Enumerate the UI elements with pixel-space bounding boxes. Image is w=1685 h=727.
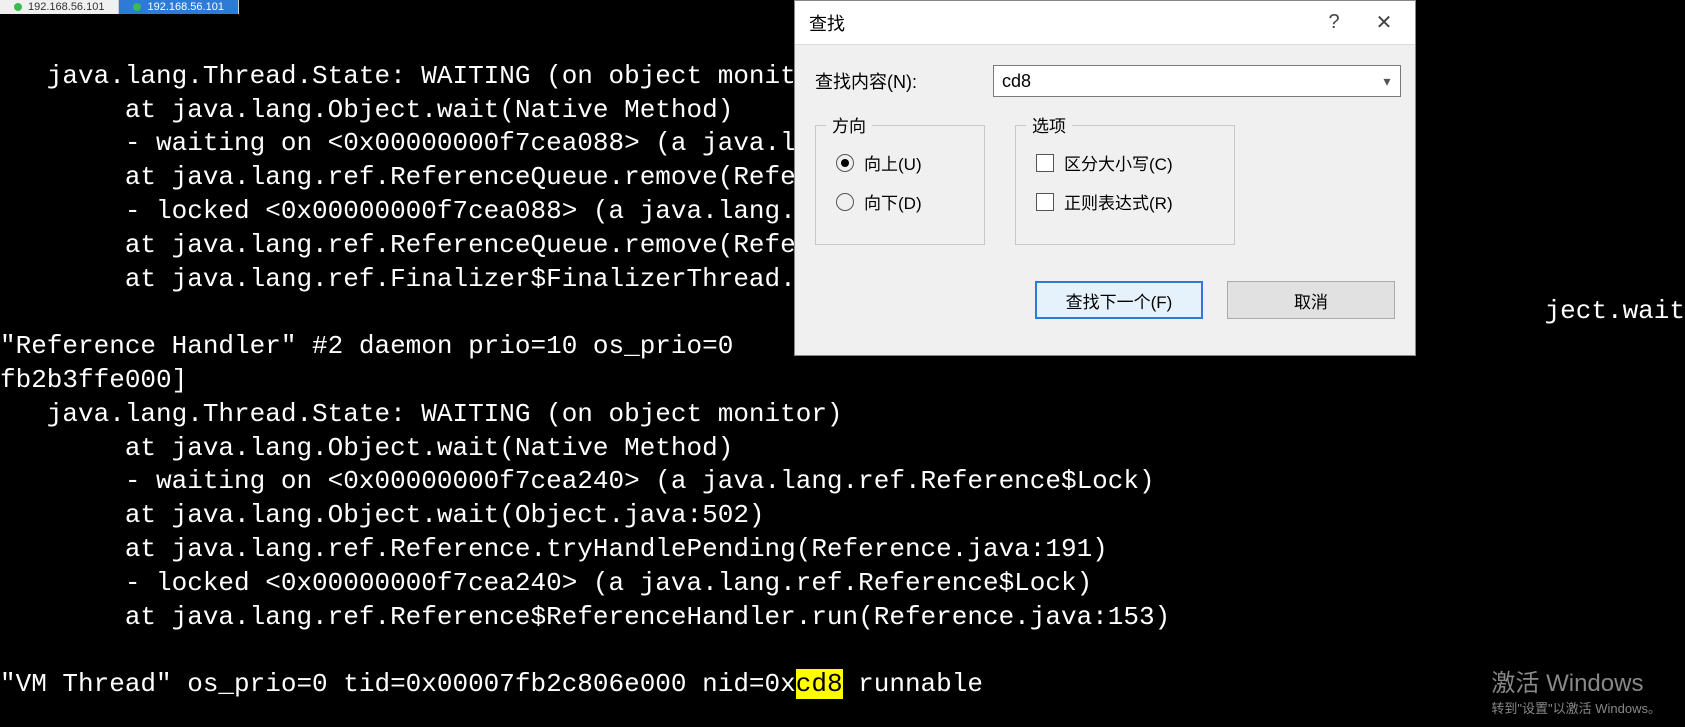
find-dialog: 查找 ? ✕ 查找内容(N): ▾ 方向 向上(U) 向下(D) xyxy=(794,0,1416,356)
console-line: at java.lang.ref.Reference$ReferenceHand… xyxy=(0,602,1170,632)
checkbox-label: 正则表达式(R) xyxy=(1064,189,1173,214)
console-line-pre: "VM Thread" os_prio=0 tid=0x00007fb2c806… xyxy=(0,669,796,699)
console-line: at java.lang.Object.wait(Native Method) xyxy=(0,433,733,463)
console-line: fb2b3ffe000] xyxy=(0,365,187,395)
status-dot-icon xyxy=(133,3,141,11)
console-overflow-fragment: ject.wait xyxy=(1545,296,1685,326)
search-highlight: cd8 xyxy=(796,669,843,699)
cancel-button[interactable]: 取消 xyxy=(1227,281,1395,319)
console-line: at java.lang.ref.Finalizer$FinalizerThre… xyxy=(0,264,858,294)
console-line: at java.lang.ref.Reference.tryHandlePend… xyxy=(0,534,1108,564)
watermark-sub: 转到"设置"以激活 Windows。 xyxy=(1491,698,1661,717)
tab-inactive[interactable]: 192.168.56.101 xyxy=(0,0,119,14)
radio-up[interactable]: 向上(U) xyxy=(836,150,964,175)
checkbox-icon xyxy=(1036,193,1054,211)
tab-label: 192.168.56.101 xyxy=(147,1,223,13)
options-group: 选项 区分大小写(C) 正则表达式(R) xyxy=(1015,125,1235,245)
help-button[interactable]: ? xyxy=(1309,7,1359,39)
checkbox-icon xyxy=(1036,154,1054,172)
console-line: - locked <0x00000000f7cea240> (a java.la… xyxy=(0,568,1092,598)
console-line: at java.lang.ref.ReferenceQueue.remove(R… xyxy=(0,162,905,192)
console-line: java.lang.Thread.State: WAITING (on obje… xyxy=(0,61,843,91)
find-content-row: 查找内容(N): ▾ xyxy=(815,65,1401,97)
tab-bar: 192.168.56.101 192.168.56.101 xyxy=(0,0,239,14)
console-line: java.lang.Thread.State: WAITING (on obje… xyxy=(0,399,843,429)
direction-title: 方向 xyxy=(826,112,872,137)
console-line: - waiting on <0x00000000f7cea240> (a jav… xyxy=(0,466,1155,496)
find-content-input[interactable] xyxy=(994,71,1374,92)
dialog-buttons: 查找下一个(F) 取消 xyxy=(815,281,1401,319)
radio-label: 向下(D) xyxy=(864,189,922,214)
find-content-combo[interactable]: ▾ xyxy=(993,65,1401,97)
console-line: at java.lang.Object.wait(Object.java:502… xyxy=(0,500,765,530)
checkbox-case[interactable]: 区分大小写(C) xyxy=(1036,150,1214,175)
radio-label: 向上(U) xyxy=(864,150,922,175)
close-button[interactable]: ✕ xyxy=(1359,7,1409,39)
option-groups: 方向 向上(U) 向下(D) 选项 区分大小写(C) 正则表达 xyxy=(815,125,1401,245)
checkbox-label: 区分大小写(C) xyxy=(1064,150,1173,175)
find-content-label: 查找内容(N): xyxy=(815,68,993,94)
direction-group: 方向 向上(U) 向下(D) xyxy=(815,125,985,245)
radio-icon xyxy=(836,154,854,172)
checkbox-regex[interactable]: 正则表达式(R) xyxy=(1036,189,1214,214)
console-line: - waiting on <0x00000000f7cea088> (a jav… xyxy=(0,128,921,158)
chevron-down-icon[interactable]: ▾ xyxy=(1374,73,1400,90)
watermark-main: 激活 Windows xyxy=(1491,663,1661,698)
console-line: "Reference Handler" #2 daemon prio=10 os… xyxy=(0,331,749,361)
console-line: at java.lang.ref.ReferenceQueue.remove(R… xyxy=(0,230,905,260)
console-line: at java.lang.Object.wait(Native Method) xyxy=(0,95,733,125)
radio-down[interactable]: 向下(D) xyxy=(836,189,964,214)
options-title: 选项 xyxy=(1026,112,1072,137)
console-line-post: runnable xyxy=(843,669,999,699)
status-dot-icon xyxy=(14,3,22,11)
console-line: - locked <0x00000000f7cea088> (a java.la… xyxy=(0,196,858,226)
dialog-body: 查找内容(N): ▾ 方向 向上(U) 向下(D) 选项 xyxy=(795,45,1415,333)
radio-icon xyxy=(836,193,854,211)
tab-label: 192.168.56.101 xyxy=(28,1,104,13)
dialog-titlebar[interactable]: 查找 ? ✕ xyxy=(795,1,1415,45)
find-next-button[interactable]: 查找下一个(F) xyxy=(1035,281,1203,319)
tab-active[interactable]: 192.168.56.101 xyxy=(119,0,238,14)
windows-activation-watermark: 激活 Windows 转到"设置"以激活 Windows。 xyxy=(1491,663,1661,717)
dialog-title: 查找 xyxy=(809,10,1309,36)
